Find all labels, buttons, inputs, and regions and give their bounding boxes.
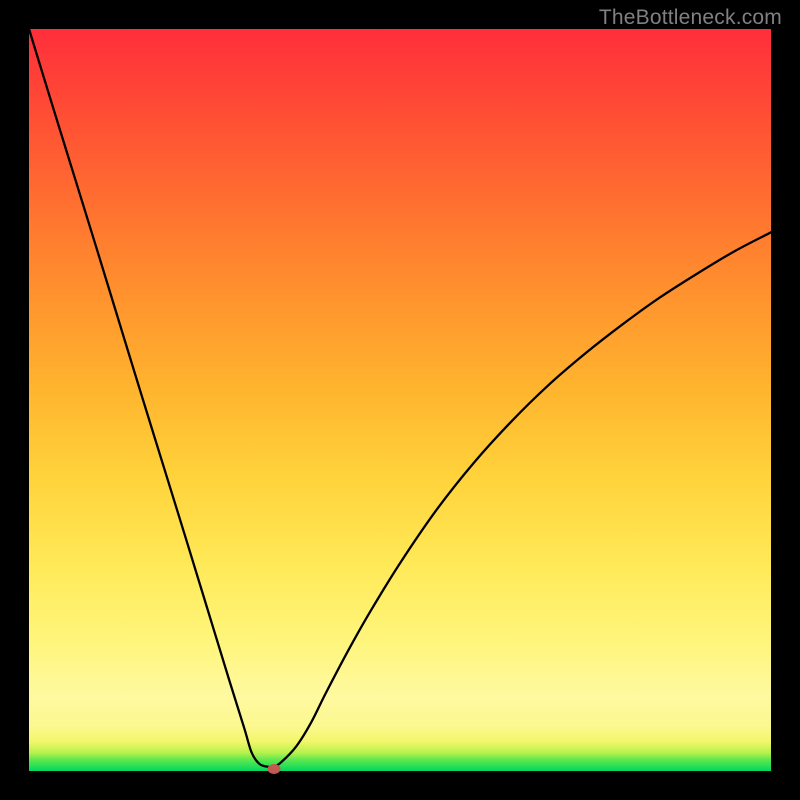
chart-frame: TheBottleneck.com	[0, 0, 800, 800]
minimum-marker	[267, 764, 280, 774]
bottleneck-curve	[29, 29, 771, 771]
watermark-text: TheBottleneck.com	[599, 6, 782, 30]
plot-area	[29, 29, 771, 771]
